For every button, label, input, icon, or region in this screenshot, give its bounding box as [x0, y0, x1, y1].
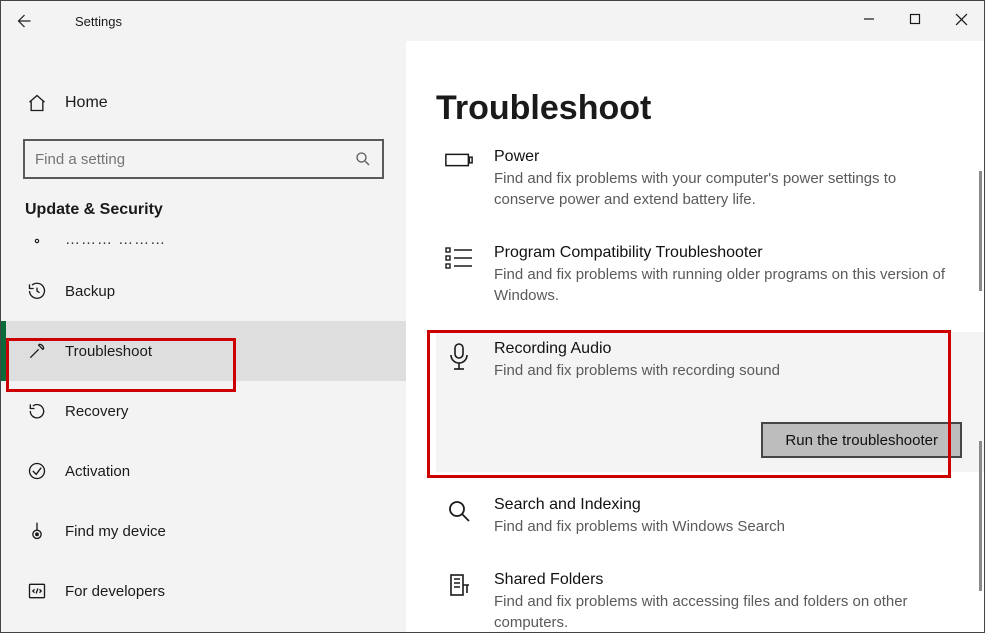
troubleshooter-desc: Find and fix problems with running older… [494, 264, 964, 306]
code-icon [27, 581, 47, 601]
minimize-icon [863, 13, 875, 25]
back-button[interactable] [1, 1, 45, 41]
titlebar: Settings [1, 1, 984, 41]
sidebar-item-troubleshoot[interactable]: Troubleshoot [1, 321, 406, 381]
troubleshooter-desc: Find and fix problems with your computer… [494, 168, 964, 210]
check-circle-icon [27, 461, 47, 481]
microphone-icon [442, 340, 476, 448]
sidebar-item-label: ……… ……… [65, 231, 166, 248]
server-share-icon [442, 571, 476, 632]
shield-icon [27, 231, 47, 251]
sidebar-item-windows-security[interactable]: ……… ……… [1, 231, 406, 261]
close-button[interactable] [938, 1, 984, 37]
troubleshooter-title: Recording Audio [494, 340, 964, 358]
scrollbar[interactable] [979, 171, 982, 291]
sidebar-item-label: Backup [65, 283, 115, 300]
search-input[interactable] [23, 139, 384, 179]
sidebar-item-label: Activation [65, 463, 130, 480]
home-icon [27, 93, 47, 113]
maximize-icon [909, 13, 921, 25]
sidebar-item-for-developers[interactable]: For developers [1, 561, 406, 621]
troubleshooter-program-compat[interactable]: Program Compatibility Troubleshooter Fin… [436, 236, 984, 316]
content-pane: Troubleshoot adapters. Power Find and fi… [406, 41, 984, 632]
sidebar-item-find-my-device[interactable]: Find my device [1, 501, 406, 561]
magnifier-icon [442, 496, 476, 537]
troubleshooter-title: Program Compatibility Troubleshooter [494, 244, 964, 262]
troubleshooter-desc: Find and fix problems with Windows Searc… [494, 516, 964, 537]
page-heading: Troubleshoot [436, 89, 984, 128]
history-icon [27, 281, 47, 301]
sidebar-item-activation[interactable]: Activation [1, 441, 406, 501]
troubleshooter-recording-audio[interactable]: Recording Audio Find and fix problems wi… [436, 332, 984, 472]
window-controls [846, 1, 984, 37]
battery-icon [442, 148, 476, 210]
run-troubleshooter-button[interactable]: Run the troubleshooter [761, 422, 962, 458]
troubleshooter-title: Power [494, 148, 964, 166]
sidebar-home[interactable]: Home [1, 79, 406, 127]
sidebar-item-backup[interactable]: Backup [1, 261, 406, 321]
sidebar-home-label: Home [65, 94, 108, 112]
arrow-left-icon [14, 12, 32, 30]
window-title: Settings [75, 14, 122, 29]
sidebar-item-label: Find my device [65, 523, 166, 540]
troubleshooter-title: Search and Indexing [494, 496, 964, 514]
troubleshooter-power[interactable]: Power Find and fix problems with your co… [436, 140, 984, 220]
sidebar-category-heading: Update & Security [1, 201, 406, 231]
location-icon [27, 521, 47, 541]
sidebar-item-label: Troubleshoot [65, 343, 152, 360]
troubleshooter-shared-folders[interactable]: Shared Folders Find and fix problems wit… [436, 563, 984, 632]
program-list-icon [442, 244, 476, 306]
sidebar: Home Update & Security ……… ……… [1, 41, 406, 632]
sidebar-item-label: For developers [65, 583, 165, 600]
scrollbar[interactable] [979, 441, 982, 591]
maximize-button[interactable] [892, 1, 938, 37]
troubleshooter-desc: Find and fix problems with recording sou… [494, 360, 964, 381]
sidebar-item-recovery[interactable]: Recovery [1, 381, 406, 441]
close-icon [955, 13, 968, 26]
recovery-icon [27, 401, 47, 421]
minimize-button[interactable] [846, 1, 892, 37]
sidebar-item-label: Recovery [65, 403, 128, 420]
wrench-icon [27, 341, 47, 361]
troubleshooter-desc: Find and fix problems with accessing fil… [494, 591, 964, 632]
troubleshooter-search-indexing[interactable]: Search and Indexing Find and fix problem… [436, 488, 984, 547]
troubleshooter-title: Shared Folders [494, 571, 964, 589]
